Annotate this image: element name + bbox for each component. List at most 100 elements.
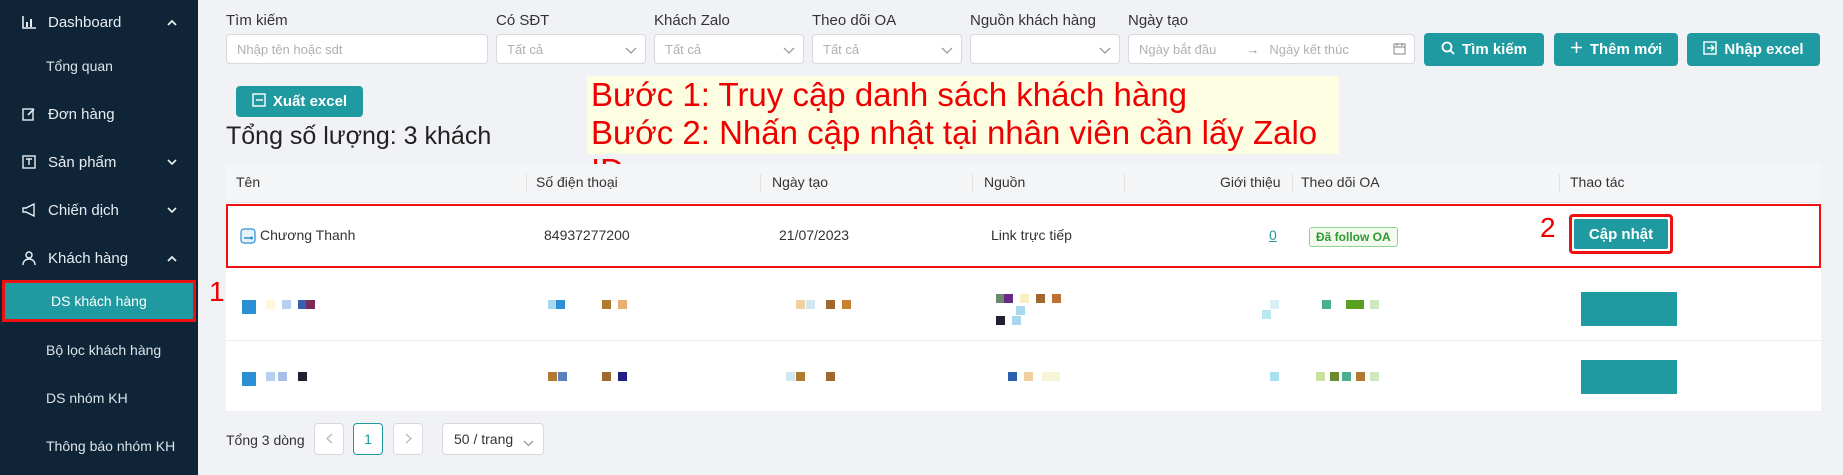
sidebar-item-customer-filter[interactable]: Bộ lọc khách hàng bbox=[0, 328, 198, 372]
date-range-picker[interactable]: Ngày bắt đầu → Ngày kết thúc bbox=[1128, 34, 1415, 64]
export-excel-button[interactable]: Xuất excel bbox=[236, 86, 363, 117]
pixelated-update-button bbox=[1581, 360, 1677, 394]
pixelated-cell bbox=[1370, 372, 1379, 381]
table-header: Tên Số điện thoại Ngày tạo Nguồn Giới th… bbox=[226, 164, 1821, 203]
next-page-button[interactable] bbox=[393, 423, 423, 455]
chevron-up-icon bbox=[164, 19, 180, 26]
pixelated-cell bbox=[826, 300, 835, 309]
column-divider bbox=[1292, 174, 1293, 192]
chevron-down-icon bbox=[1099, 43, 1111, 58]
page-button-current[interactable]: 1 bbox=[353, 423, 383, 455]
calendar-icon bbox=[1393, 42, 1406, 58]
sidebar-item-label: Thông báo nhóm KH bbox=[46, 438, 176, 454]
sidebar-item-label: Chiến dịch bbox=[48, 201, 119, 219]
import-excel-button[interactable]: Nhập excel bbox=[1687, 33, 1820, 66]
pixelated-cell bbox=[1004, 294, 1013, 303]
search-input[interactable]: Nhập tên hoặc sdt bbox=[226, 34, 488, 64]
sidebar-item-label: DS khách hàng bbox=[51, 293, 147, 309]
step-marker-1: 1 bbox=[209, 276, 225, 307]
sidebar-item-customer-groups[interactable]: DS nhóm KH bbox=[0, 376, 198, 420]
chevron-left-icon bbox=[325, 431, 333, 447]
import-icon bbox=[1703, 40, 1718, 59]
source-filter-select[interactable] bbox=[970, 34, 1120, 64]
date-end-input[interactable]: Ngày kết thúc bbox=[1269, 42, 1349, 57]
search-button[interactable]: Tìm kiếm bbox=[1424, 33, 1544, 66]
search-label: Tìm kiếm bbox=[226, 12, 288, 29]
sidebar-item-products[interactable]: Sản phẩm bbox=[0, 140, 198, 184]
customer-source: Link trực tiếp bbox=[991, 227, 1072, 243]
column-header-actions: Thao tác bbox=[1570, 174, 1625, 190]
zalo-filter-select[interactable]: Tất cả bbox=[654, 34, 804, 64]
pixelated-cell bbox=[1270, 372, 1279, 381]
sidebar-item-overview[interactable]: Tổng quan bbox=[0, 44, 198, 88]
table-row bbox=[226, 270, 1821, 341]
sidebar-item-orders[interactable]: Đơn hàng bbox=[0, 92, 198, 136]
sidebar-item-customer-list[interactable]: DS khách hàng bbox=[2, 280, 196, 322]
sidebar-item-label: Tổng quan bbox=[46, 58, 113, 74]
sidebar-item-label: Đơn hàng bbox=[48, 105, 115, 123]
zalo-filter-label: Khách Zalo bbox=[654, 12, 730, 29]
column-divider bbox=[760, 174, 761, 192]
chevron-down-icon bbox=[625, 43, 637, 58]
bar-chart-icon bbox=[20, 13, 38, 31]
table-row bbox=[226, 340, 1821, 410]
pixelated-cell bbox=[806, 300, 815, 309]
page-size-select[interactable]: 50 / trang bbox=[442, 423, 544, 455]
date-start-input[interactable]: Ngày bắt đầu bbox=[1139, 42, 1216, 57]
pixelated-cell bbox=[242, 372, 256, 386]
customer-phone: 84937277200 bbox=[544, 227, 630, 243]
date-filter-label: Ngày tạo bbox=[1128, 12, 1189, 29]
column-divider bbox=[1124, 174, 1125, 192]
sidebar-item-label: Bộ lọc khách hàng bbox=[46, 342, 162, 358]
column-divider bbox=[1559, 174, 1560, 192]
chevron-up-icon bbox=[164, 255, 180, 262]
plus-icon bbox=[1570, 41, 1583, 58]
sidebar-item-label: DS nhóm KH bbox=[46, 390, 128, 406]
pixelated-cell bbox=[786, 372, 795, 381]
sidebar-item-dashboard[interactable]: Dashboard bbox=[0, 0, 198, 44]
pixelated-cell bbox=[282, 300, 291, 309]
pixelated-cell bbox=[556, 300, 565, 309]
sidebar-item-customers[interactable]: Khách hàng bbox=[0, 236, 198, 280]
prev-page-button[interactable] bbox=[314, 423, 344, 455]
pixelated-cell bbox=[298, 372, 307, 381]
oa-status-badge: Đã follow OA bbox=[1309, 227, 1398, 247]
referral-count-link[interactable]: 0 bbox=[1269, 227, 1277, 243]
pixelated-cell bbox=[548, 372, 557, 381]
pixelated-cell bbox=[1020, 294, 1029, 303]
pixelated-cell bbox=[1346, 300, 1364, 309]
export-icon bbox=[252, 92, 266, 111]
pixelated-cell bbox=[1330, 372, 1339, 381]
pixelated-cell bbox=[1270, 300, 1279, 309]
pixelated-cell bbox=[1316, 372, 1325, 381]
step-marker-2: 2 bbox=[1540, 212, 1556, 243]
pixelated-cell bbox=[266, 300, 275, 309]
pixelated-cell bbox=[1036, 294, 1045, 303]
pixelated-cell bbox=[602, 300, 611, 309]
oa-filter-select[interactable]: Tất cả bbox=[812, 34, 962, 64]
phone-filter-label: Có SĐT bbox=[496, 12, 550, 29]
source-filter-label: Nguồn khách hàng bbox=[970, 12, 1096, 29]
search-icon bbox=[1441, 41, 1455, 59]
pixelated-cell bbox=[618, 300, 627, 309]
column-header-oa: Theo dõi OA bbox=[1301, 174, 1380, 190]
sidebar-item-label: Sản phẩm bbox=[48, 153, 117, 171]
pixelated-cell bbox=[1262, 310, 1271, 319]
pixelated-cell bbox=[1012, 316, 1021, 325]
sidebar-item-group-notifications[interactable]: Thông báo nhóm KH bbox=[0, 424, 198, 468]
add-button[interactable]: Thêm mới bbox=[1554, 33, 1678, 66]
pagination-total: Tổng 3 dòng bbox=[226, 432, 305, 448]
sidebar-item-campaigns[interactable]: Chiến dịch bbox=[0, 188, 198, 232]
update-button[interactable]: Cập nhật bbox=[1569, 214, 1673, 254]
pixelated-cell bbox=[1342, 372, 1351, 381]
sidebar: Dashboard Tổng quan Đơn hàng Sản phẩm Ch… bbox=[0, 0, 198, 475]
pixelated-cell bbox=[996, 316, 1005, 325]
pixelated-update-button bbox=[1581, 292, 1677, 326]
pixelated-cell bbox=[558, 372, 567, 381]
phone-filter-select[interactable]: Tất cả bbox=[496, 34, 646, 64]
pixelated-cell bbox=[242, 300, 256, 314]
zalo-avatar-icon bbox=[240, 228, 256, 249]
pixelated-cell bbox=[796, 300, 805, 309]
pixelated-cell bbox=[266, 372, 275, 381]
customer-total: Tổng số lượng: 3 khách bbox=[226, 122, 492, 150]
